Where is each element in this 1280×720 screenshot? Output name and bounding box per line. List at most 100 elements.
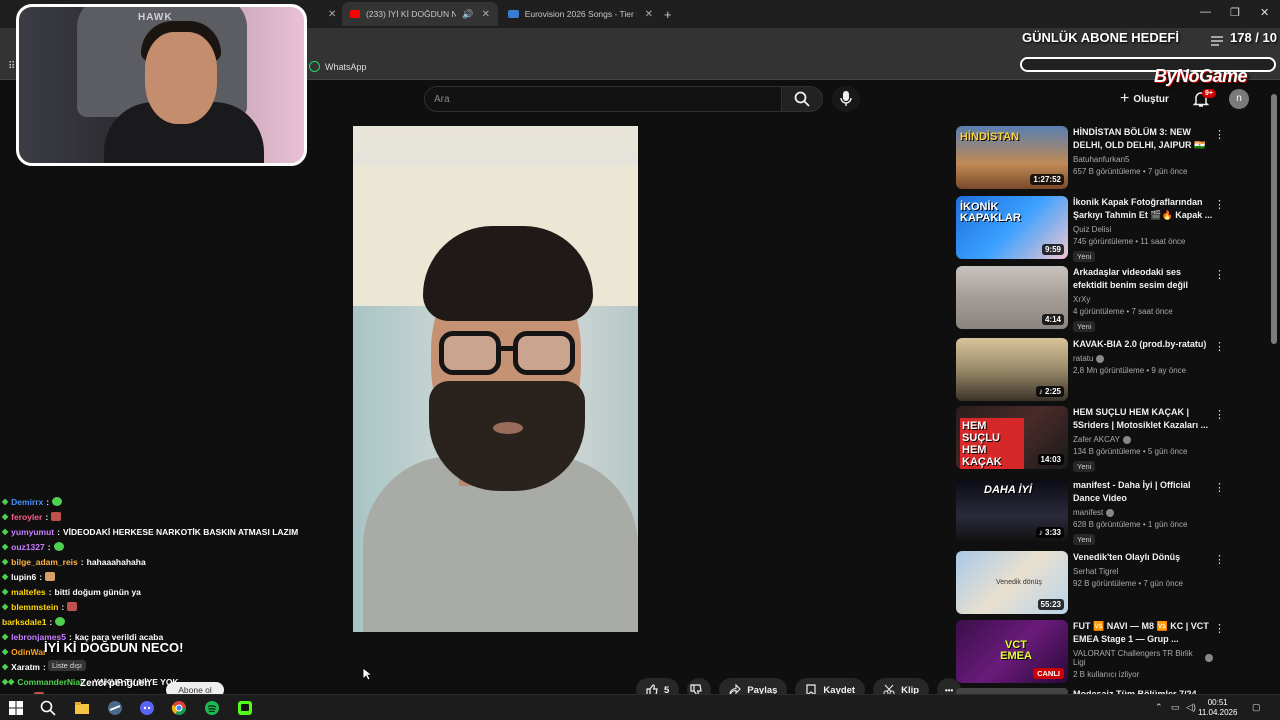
chat-line: ◆ maltefes: bitti doğum günün ya — [2, 586, 141, 597]
volume-icon[interactable]: ◁) — [1186, 702, 1196, 713]
game-app-icon[interactable] — [107, 700, 123, 716]
tray-chevron-icon[interactable]: ⌃ — [1155, 702, 1163, 713]
rec-item[interactable]: HİNDİSTAN 1:27:52 HİNDİSTAN BÖLÜM 3: NEW… — [956, 126, 1226, 194]
rec-item[interactable]: 4:14 Arkadaşlar videodaki ses efektidit … — [956, 266, 1226, 334]
more-options-icon[interactable]: ⋮ — [1214, 340, 1225, 353]
page-scrollbar[interactable] — [1271, 90, 1277, 680]
more-options-icon[interactable]: ⋮ — [1214, 481, 1225, 494]
rec-thumbnail[interactable]: İKONİK KAPAKLAR 9:59 — [956, 196, 1068, 259]
close-window-icon[interactable]: ✕ — [1260, 6, 1269, 19]
create-button[interactable]: + Oluştur — [1120, 88, 1169, 110]
search-button[interactable] — [781, 86, 823, 112]
chrome-icon[interactable] — [171, 700, 187, 716]
video-player[interactable] — [353, 126, 638, 632]
chat-line: ◆ yumyumut: VİDEODAKİ HERKESE NARKOTİK BAS… — [2, 526, 299, 537]
chat-line: barksdale1: — [2, 614, 66, 629]
minimize-icon[interactable]: — — [1200, 6, 1211, 18]
more-options-icon[interactable]: ⋮ — [1214, 553, 1225, 566]
rec-channel[interactable]: Zafer AKCAY — [1073, 435, 1120, 444]
rec-channel[interactable]: manifest — [1073, 508, 1103, 517]
rec-title[interactable]: manifest - Daha İyi | Official Dance Vid… — [1073, 479, 1213, 505]
rec-thumbnail[interactable]: ♪ 2:25 — [956, 338, 1068, 401]
glasses-left-lens — [439, 331, 501, 375]
rec-views: 628 B görüntüleme • 1 gün önce — [1073, 520, 1188, 529]
menu-icon[interactable] — [1211, 36, 1223, 46]
apps-grid-icon[interactable]: ⠿ — [8, 61, 15, 72]
more-options-icon[interactable]: ⋮ — [1214, 268, 1225, 281]
spotify-icon[interactable] — [204, 700, 220, 716]
rec-channel[interactable]: VALORANT Challengers TR Birlik Ligi — [1073, 649, 1202, 667]
chat-alert-subtitle: Zenci penguen — [80, 678, 151, 689]
clock-time: 00:51 — [1207, 698, 1228, 707]
kick-badge-icon: ◆ — [2, 497, 9, 506]
voice-search-button[interactable] — [832, 86, 860, 112]
rec-item[interactable]: Venedik dönüş 55:23 Venedik'ten Olaylı D… — [956, 551, 1226, 619]
rec-thumbnail[interactable]: DAHA İYİ ♪ 3:33 — [956, 479, 1068, 542]
rec-title[interactable]: İkonik Kapak Fotoğraflarından Şarkıyı Ta… — [1073, 196, 1213, 222]
rec-item[interactable]: DAHA İYİ ♪ 3:33 manifest - Daha İyi | Of… — [956, 479, 1226, 547]
rec-title[interactable]: Arkadaşlar videodaki ses efektidit benim… — [1073, 266, 1213, 292]
more-options-icon[interactable]: ⋮ — [1214, 198, 1225, 211]
rec-channel[interactable]: XrXy — [1073, 295, 1090, 304]
rec-title[interactable]: KAVAK-BIA 2.0 (prod.by-ratatu) — [1073, 338, 1213, 351]
rec-item[interactable]: VCT EMEA CANLI FUT 🆚 NAVI — M8 🆚 KC | VC… — [956, 620, 1226, 688]
chat-line: ◆ lupin6: — [2, 569, 56, 584]
network-icon[interactable]: ▭ — [1171, 702, 1180, 713]
windows-start-icon[interactable] — [8, 700, 24, 716]
search-icon[interactable] — [40, 700, 56, 716]
duration-badge: ♪ 2:25 — [1035, 386, 1064, 397]
emote-icon — [51, 512, 62, 521]
close-icon[interactable]: ✕ — [645, 9, 653, 20]
tab-label: Eurovision 2026 Songs - Tier Li — [524, 9, 637, 19]
rec-title[interactable]: Venedik'ten Olaylı Dönüş — [1073, 551, 1213, 564]
rec-thumbnail[interactable]: 4:14 — [956, 266, 1068, 329]
search-input[interactable]: Ara — [424, 86, 782, 112]
bookmark-whatsapp[interactable]: WhatsApp — [309, 61, 367, 72]
youtube-favicon-icon — [350, 10, 360, 18]
more-options-icon[interactable]: ⋮ — [1214, 408, 1225, 421]
tab-close-prev[interactable]: ✕ — [320, 2, 336, 26]
rec-title[interactable]: FUT 🆚 NAVI — M8 🆚 KC | VCT EMEA Stage 1 … — [1073, 620, 1213, 646]
rec-thumbnail[interactable]: HEM SUÇLU HEM KAÇAK 14:03 — [956, 406, 1068, 469]
rec-title[interactable]: HEM SUÇLU HEM KAÇAK | 5Sriders | Motosik… — [1073, 406, 1213, 432]
scrollbar-thumb[interactable] — [1271, 94, 1277, 344]
rec-views: 4 görüntüleme • 7 saat önce — [1073, 307, 1173, 316]
system-clock[interactable]: 00:51 11.04.2026 — [1198, 698, 1237, 718]
notification-center-icon[interactable]: ▢ — [1252, 702, 1261, 713]
rec-title[interactable]: HİNDİSTAN BÖLÜM 3: NEW DELHI, OLD DELHI,… — [1073, 126, 1213, 152]
speaker-icon[interactable]: 🔊 — [462, 9, 473, 20]
rec-views: 657 B görüntüleme • 7 gün önce — [1073, 167, 1188, 176]
rec-channel[interactable]: Batuhanfurkan5 — [1073, 155, 1130, 164]
chat-line: ◆ feroyler: — [2, 509, 62, 524]
rec-views: 745 görüntüleme • 11 saat önce — [1073, 237, 1186, 246]
tab-eurovision[interactable]: Eurovision 2026 Songs - Tier Li ✕ — [508, 2, 653, 26]
discord-icon[interactable] — [139, 700, 155, 716]
restore-icon[interactable]: ❐ — [1230, 6, 1240, 19]
new-tab-button[interactable]: + — [664, 2, 672, 26]
rec-thumbnail[interactable]: HİNDİSTAN 1:27:52 — [956, 126, 1068, 189]
account-avatar[interactable]: n — [1229, 89, 1249, 109]
more-options-icon[interactable]: ⋮ — [1214, 622, 1225, 635]
duration-badge: 14:03 — [1037, 454, 1064, 465]
rec-thumbnail[interactable]: Venedik dönüş 55:23 — [956, 551, 1068, 614]
emote-icon — [52, 497, 63, 506]
kick-badge-icon: ◆ — [2, 587, 9, 596]
rec-item[interactable]: HEM SUÇLU HEM KAÇAK 14:03 HEM SUÇLU HEM … — [956, 406, 1226, 474]
close-icon[interactable]: ✕ — [482, 9, 490, 20]
chat-user: CommanderNiall — [17, 676, 85, 687]
rec-thumbnail[interactable]: VCT EMEA CANLI — [956, 620, 1068, 683]
rec-channel[interactable]: ratatu — [1073, 354, 1093, 363]
rec-item[interactable]: İKONİK KAPAKLAR 9:59 İkonik Kapak Fotoğr… — [956, 196, 1226, 264]
kick-app-icon[interactable] — [237, 700, 253, 716]
file-explorer-icon[interactable] — [74, 700, 90, 716]
close-icon[interactable]: ✕ — [328, 9, 336, 20]
chat-alert-title: İYİ Kİ DOĞDUN NECO! — [44, 640, 184, 655]
more-options-icon[interactable]: ⋮ — [1214, 128, 1225, 141]
rec-channel[interactable]: Serhat Tigrel — [1073, 567, 1118, 576]
goal-count: 178 / 10 — [1230, 30, 1277, 45]
tab-label: (233) İYİ Kİ DOĞDUN NECO — [365, 9, 457, 19]
rec-item[interactable]: ♪ 2:25 KAVAK-BIA 2.0 (prod.by-ratatu) ra… — [956, 338, 1226, 406]
rec-channel[interactable]: Quiz Delisi — [1073, 225, 1111, 234]
tab-youtube-active[interactable]: (233) İYİ Kİ DOĞDUN NECO 🔊 ✕ — [342, 2, 498, 26]
chat-user: barksdale1 — [2, 616, 47, 627]
